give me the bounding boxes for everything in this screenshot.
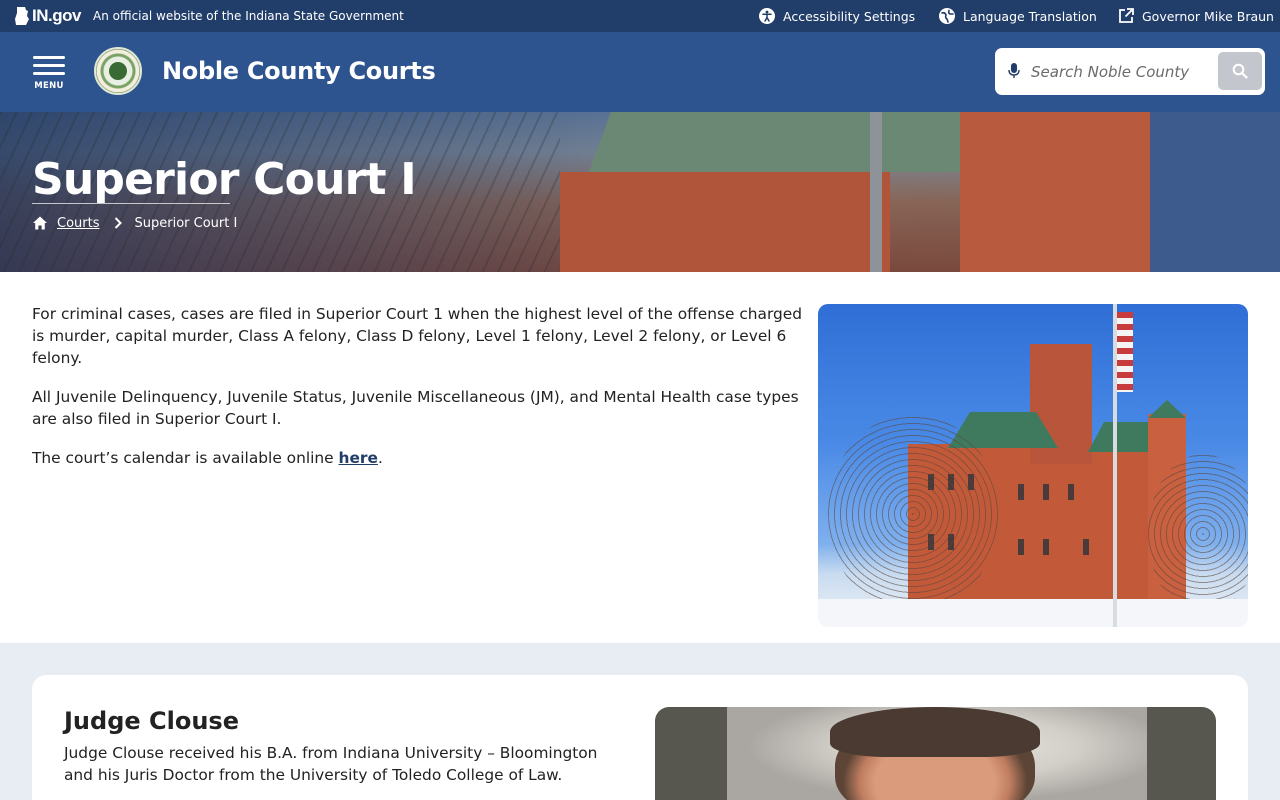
- page-title: Superior Court I: [32, 154, 417, 205]
- accessibility-settings-label: Accessibility Settings: [783, 8, 916, 24]
- courthouse-photo: [818, 304, 1248, 627]
- state-outline-icon: [15, 7, 29, 25]
- search-input[interactable]: [1031, 58, 1209, 85]
- window: [1068, 484, 1074, 500]
- hero-sky-shape: [1150, 112, 1280, 272]
- breadcrumb-courts-link[interactable]: Courts: [57, 216, 100, 231]
- microphone-icon[interactable]: [1007, 62, 1021, 80]
- seal-center: [109, 62, 127, 80]
- accessibility-icon: [759, 8, 775, 24]
- calendar-link[interactable]: here: [339, 449, 378, 467]
- ingov-logo[interactable]: IN.gov: [15, 7, 81, 25]
- intro-paragraph-juvenile: All Juvenile Delinquency, Juvenile Statu…: [32, 388, 799, 428]
- window: [1018, 484, 1024, 500]
- window: [1043, 484, 1049, 500]
- bare-tree-right: [1148, 454, 1248, 614]
- chevron-right-icon: [114, 217, 122, 229]
- window: [1083, 539, 1089, 555]
- breadcrumb: Courts Superior Court I: [32, 214, 237, 232]
- intro-content: For criminal cases, cases are filed in S…: [32, 303, 812, 486]
- window: [1043, 539, 1049, 555]
- accessibility-settings-link[interactable]: Accessibility Settings: [759, 7, 915, 25]
- governor-link-label: Governor Mike Braun: [1142, 8, 1274, 24]
- page-hero: Superior Court I Courts Superior Court I: [0, 112, 1280, 272]
- search-button[interactable]: [1218, 52, 1262, 90]
- language-translation-label: Language Translation: [963, 8, 1097, 24]
- breadcrumb-current: Superior Court I: [134, 215, 238, 231]
- search-box: [995, 48, 1265, 95]
- snow-ground: [818, 599, 1248, 627]
- judge-portrait-hair: [830, 707, 1040, 757]
- home-icon[interactable]: [32, 215, 48, 231]
- window: [1018, 539, 1024, 555]
- calendar-text: The court’s calendar is available online: [32, 449, 339, 467]
- site-header: MENU Noble County Courts: [0, 32, 1280, 112]
- hamburger-icon-bar: [33, 72, 65, 75]
- judge-name: Judge Clouse: [64, 707, 239, 735]
- globe-icon: [939, 8, 955, 24]
- official-website-notice: An official website of the Indiana State…: [93, 9, 404, 23]
- us-flag: [1117, 312, 1133, 392]
- bare-tree-left: [828, 414, 998, 614]
- intro-paragraph-criminal: For criminal cases, cases are filed in S…: [32, 305, 803, 367]
- menu-button[interactable]: MENU: [32, 54, 66, 92]
- search-icon: [1232, 63, 1248, 79]
- title-divider: [32, 203, 230, 204]
- hamburger-icon-bar: [33, 64, 65, 67]
- site-title[interactable]: Noble County Courts: [162, 56, 436, 86]
- intro-paragraph-calendar: The court’s calendar is available online…: [32, 447, 812, 469]
- hamburger-icon: [33, 56, 65, 59]
- governor-link[interactable]: Governor Mike Braun: [1118, 7, 1274, 25]
- courthouse-right-spire: [1148, 400, 1186, 418]
- ingov-logo-text: IN.gov: [32, 6, 81, 25]
- menu-label: MENU: [34, 81, 64, 91]
- hero-building-shape: [560, 172, 890, 272]
- judge-bio: Judge Clouse received his B.A. from Indi…: [64, 744, 598, 784]
- hero-flagpole: [870, 112, 882, 272]
- utility-bar: IN.gov An official website of the Indian…: [0, 0, 1280, 32]
- judge-photo: [655, 707, 1216, 800]
- calendar-suffix: .: [377, 449, 383, 467]
- external-link-icon: [1119, 8, 1134, 23]
- language-translation-link[interactable]: Language Translation: [939, 7, 1097, 25]
- hero-tower-shape: [960, 112, 1150, 272]
- county-seal-logo[interactable]: [94, 47, 142, 95]
